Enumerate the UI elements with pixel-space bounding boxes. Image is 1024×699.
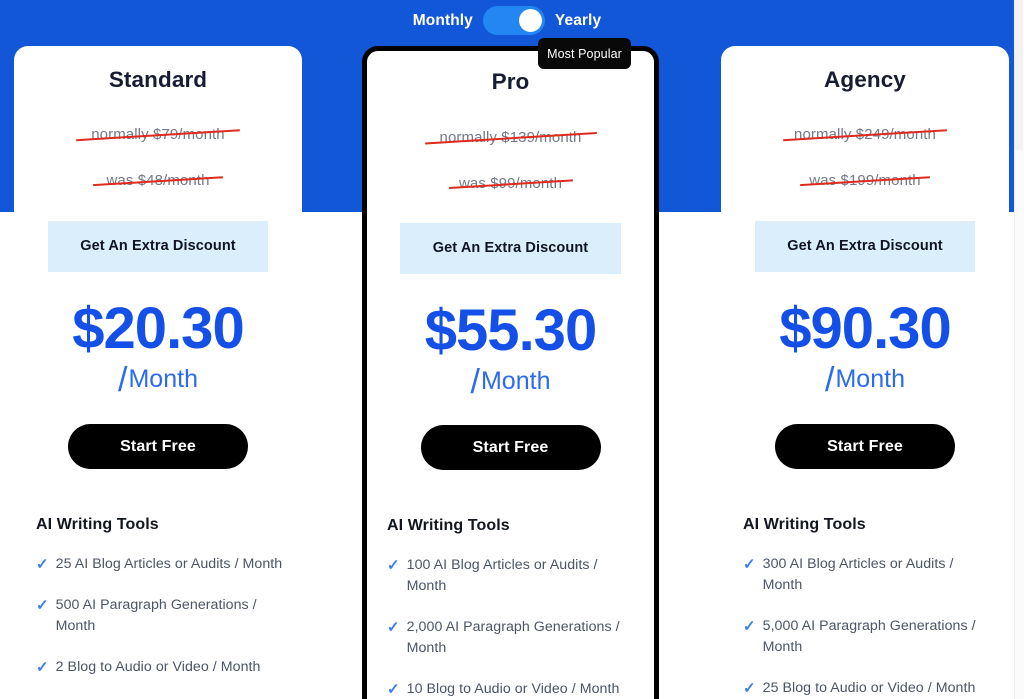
- scrollbar-thumb[interactable]: [1015, 0, 1023, 150]
- plan-price: $90.30: [779, 296, 951, 361]
- check-icon: ✓: [36, 597, 49, 615]
- check-icon: ✓: [743, 680, 756, 698]
- start-free-button[interactable]: Start Free: [68, 424, 248, 469]
- original-price: normally $139/month: [367, 129, 654, 146]
- feature-item: ✓ 5,000 AI Paragraph Generations / Month: [743, 616, 991, 658]
- feature-item: ✓ 2,000 AI Paragraph Generations / Month: [387, 617, 638, 659]
- vertical-scrollbar[interactable]: [1014, 0, 1024, 699]
- feature-label: 100 AI Blog Articles or Audits / Month: [406, 557, 598, 595]
- feature-item: ✓ 25 AI Blog Articles or Audits / Month: [36, 554, 284, 575]
- features-section-title: AI Writing Tools: [743, 516, 866, 533]
- start-free-button[interactable]: Start Free: [420, 425, 601, 470]
- feature-item: ✓ 500 AI Paragraph Generations / Month: [36, 595, 284, 637]
- feature-label: 2,000 AI Paragraph Generations / Month: [406, 619, 620, 657]
- feature-item: ✓ 2 Blog to Audio or Video / Month: [36, 657, 284, 678]
- feature-item: ✓ 25 Blog to Audio or Video / Month: [743, 678, 991, 699]
- check-icon: ✓: [387, 619, 400, 637]
- feature-label: 25 Blog to Audio or Video / Month: [762, 680, 976, 697]
- original-price: normally $79/month: [14, 126, 302, 143]
- billing-period-switch[interactable]: [482, 6, 545, 35]
- previous-price: was $199/month: [721, 172, 1009, 189]
- extra-discount-banner[interactable]: Get An Extra Discount: [400, 223, 621, 274]
- extra-discount-banner[interactable]: Get An Extra Discount: [755, 221, 975, 272]
- yearly-label[interactable]: Yearly: [555, 13, 601, 29]
- pricing-card-agency: Agency normally $249/month was $199/mont…: [721, 46, 1009, 699]
- period-unit: Month: [835, 365, 905, 393]
- billing-period: /Month: [14, 363, 302, 397]
- slash-separator: /: [825, 361, 835, 399]
- monthly-label[interactable]: Monthly: [413, 13, 473, 29]
- feature-label: 5,000 AI Paragraph Generations / Month: [762, 618, 976, 656]
- feature-label: 500 AI Paragraph Generations / Month: [55, 597, 257, 635]
- plan-title: Pro: [491, 69, 530, 94]
- slash-separator: /: [470, 363, 480, 401]
- feature-item: ✓ 300 AI Blog Articles or Audits / Month: [743, 554, 991, 596]
- features-section-title: AI Writing Tools: [36, 516, 159, 533]
- billing-period: /Month: [367, 365, 654, 399]
- slash-separator: /: [118, 361, 128, 399]
- check-icon: ✓: [743, 618, 756, 636]
- billing-period: /Month: [721, 363, 1009, 397]
- check-icon: ✓: [387, 557, 400, 574]
- extra-discount-banner[interactable]: Get An Extra Discount: [48, 221, 268, 272]
- plan-title: Agency: [824, 67, 906, 92]
- billing-period-toggle-row: Monthly Yearly: [0, 6, 1014, 35]
- check-icon: ✓: [36, 556, 49, 573]
- feature-item: ✓ 10 Blog to Audio or Video / Month: [387, 679, 638, 699]
- period-unit: Month: [480, 367, 551, 395]
- switch-knob: [518, 9, 542, 32]
- plan-price: $20.30: [72, 296, 244, 361]
- pricing-page: Monthly Yearly Most Popular Standard nor…: [0, 0, 1024, 699]
- original-price: normally $249/month: [721, 126, 1009, 143]
- previous-price: was $99/month: [367, 175, 654, 192]
- check-icon: ✓: [36, 659, 49, 677]
- most-popular-badge: Most Popular: [538, 38, 631, 69]
- period-unit: Month: [128, 365, 198, 393]
- feature-label: 300 AI Blog Articles or Audits / Month: [762, 556, 954, 594]
- pricing-card-pro: Pro normally $139/month was $99/month Ge…: [362, 46, 659, 699]
- check-icon: ✓: [387, 681, 400, 699]
- previous-price: was $48/month: [14, 172, 302, 189]
- feature-label: 2 Blog to Audio or Video / Month: [55, 659, 261, 676]
- plan-title: Standard: [108, 67, 208, 92]
- start-free-button[interactable]: Start Free: [775, 424, 955, 469]
- pricing-card-standard: Standard normally $79/month was $48/mont…: [14, 46, 302, 699]
- feature-label: 25 AI Blog Articles or Audits / Month: [55, 556, 283, 572]
- check-icon: ✓: [743, 556, 756, 573]
- features-section-title: AI Writing Tools: [387, 517, 510, 534]
- plan-price: $55.30: [424, 298, 597, 363]
- feature-label: 10 Blog to Audio or Video / Month: [406, 681, 620, 698]
- feature-item: ✓ 100 AI Blog Articles or Audits / Month: [387, 555, 638, 597]
